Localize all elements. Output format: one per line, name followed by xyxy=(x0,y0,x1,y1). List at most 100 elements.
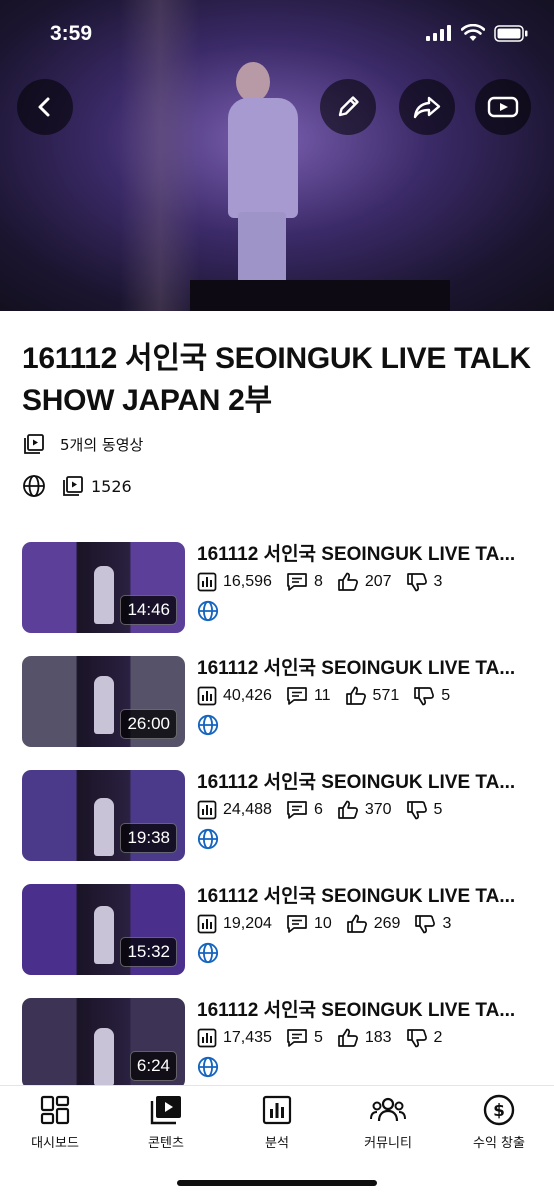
video-list: 14:46 161112 서인국 SEOINGUK LIVE TA... 16,… xyxy=(0,542,554,1112)
back-button[interactable] xyxy=(17,79,73,135)
comment-icon xyxy=(287,915,307,933)
dashboard-icon xyxy=(37,1092,73,1128)
video-dislikes: 5 xyxy=(441,687,451,704)
thumbs-down-icon xyxy=(406,573,427,592)
video-comments: 8 xyxy=(313,573,323,590)
playlist-videos-icon xyxy=(22,432,46,456)
playlist-views-text: 1526 xyxy=(91,476,132,496)
video-count-row: 5개의 동영상 xyxy=(22,432,143,456)
video-title[interactable]: 161112 서인국 SEOINGUK LIVE TA... xyxy=(197,656,537,682)
nav-label: 대시보드 xyxy=(31,1136,79,1151)
wifi-icon xyxy=(461,24,485,41)
nav-monetization[interactable]: $ 수익 창출 xyxy=(444,1092,554,1151)
playlist-play-icon xyxy=(61,474,85,498)
video-item[interactable]: 15:32 161112 서인국 SEOINGUK LIVE TA... 19,… xyxy=(0,884,554,998)
video-stats: 40,426 11 571 5 xyxy=(197,686,464,706)
globe-icon xyxy=(22,474,46,498)
nav-dashboard[interactable]: 대시보드 xyxy=(0,1092,110,1151)
video-dislikes: 3 xyxy=(433,573,443,590)
thumbs-up-icon xyxy=(345,686,366,705)
thumbs-up-icon xyxy=(337,800,358,819)
comment-icon xyxy=(287,801,307,819)
share-button[interactable] xyxy=(399,79,455,135)
public-globe-icon xyxy=(197,600,219,622)
video-thumbnail[interactable]: 26:00 xyxy=(22,656,185,747)
nav-analytics[interactable]: 분석 xyxy=(222,1092,332,1151)
comment-icon xyxy=(287,1029,307,1047)
views-chart-icon xyxy=(197,800,217,820)
nav-community[interactable]: 커뮤니티 xyxy=(333,1092,443,1151)
video-likes: 207 xyxy=(364,573,392,590)
youtube-button[interactable] xyxy=(475,79,531,135)
comment-icon xyxy=(287,687,307,705)
nav-content[interactable]: 콘텐츠 xyxy=(111,1092,221,1151)
public-globe-icon xyxy=(197,714,219,736)
thumbs-up-icon xyxy=(346,914,367,933)
video-duration: 6:24 xyxy=(129,1051,177,1081)
pencil-icon xyxy=(338,96,359,117)
views-chart-icon xyxy=(197,914,217,934)
views-chart-icon xyxy=(197,572,217,592)
views-chart-icon xyxy=(197,1028,217,1048)
hero-stage xyxy=(190,280,450,311)
video-stats: 16,596 8 207 3 xyxy=(197,572,456,592)
video-likes: 370 xyxy=(364,801,392,818)
nav-label: 커뮤니티 xyxy=(364,1136,412,1151)
content-icon xyxy=(148,1092,184,1128)
thumbs-down-icon xyxy=(414,687,435,706)
video-title[interactable]: 161112 서인국 SEOINGUK LIVE TA... xyxy=(197,998,537,1024)
video-item[interactable]: 26:00 161112 서인국 SEOINGUK LIVE TA... 40,… xyxy=(0,656,554,770)
playlist-title: 161112 서인국 SEOINGUK LIVE TALK SHOW JAPAN… xyxy=(22,342,531,417)
video-item[interactable]: 19:38 161112 서인국 SEOINGUK LIVE TA... 24,… xyxy=(0,770,554,884)
playlist-hero-image: 3:59 xyxy=(0,0,554,311)
video-likes: 269 xyxy=(373,915,401,932)
public-globe-icon xyxy=(197,828,219,850)
video-thumbnail[interactable]: 15:32 xyxy=(22,884,185,975)
video-thumbnail[interactable]: 14:46 xyxy=(22,542,185,633)
video-thumbnail[interactable]: 19:38 xyxy=(22,770,185,861)
video-views: 40,426 xyxy=(223,687,272,704)
views-chart-icon xyxy=(197,686,217,706)
community-icon xyxy=(370,1092,406,1128)
video-dislikes: 2 xyxy=(433,1029,443,1046)
hero-performer xyxy=(228,62,298,292)
video-likes: 571 xyxy=(372,687,400,704)
video-title[interactable]: 161112 서인국 SEOINGUK LIVE TA... xyxy=(197,770,537,796)
thumbs-down-icon xyxy=(406,801,427,820)
visibility-views-row: 1526 xyxy=(22,474,132,498)
thumbs-up-icon xyxy=(337,572,358,591)
video-views: 17,435 xyxy=(223,1029,272,1046)
thumbs-down-icon xyxy=(415,915,436,934)
battery-icon xyxy=(494,24,528,42)
video-likes: 183 xyxy=(364,1029,392,1046)
video-comments: 10 xyxy=(313,915,332,932)
chevron-left-icon xyxy=(38,97,50,117)
home-indicator xyxy=(177,1180,377,1186)
video-views: 19,204 xyxy=(223,915,272,932)
video-duration: 14:46 xyxy=(120,595,177,625)
video-count-text: 5개의 동영상 xyxy=(60,435,144,454)
video-stats: 19,204 10 269 3 xyxy=(197,914,465,934)
video-title[interactable]: 161112 서인국 SEOINGUK LIVE TA... xyxy=(197,542,537,568)
video-thumbnail[interactable]: 6:24 xyxy=(22,998,185,1089)
cellular-signal-icon xyxy=(426,25,451,41)
nav-label: 분석 xyxy=(265,1136,289,1151)
share-icon xyxy=(413,96,441,119)
public-globe-icon xyxy=(197,1056,219,1078)
video-dislikes: 3 xyxy=(442,915,452,932)
thumbs-up-icon xyxy=(337,1028,358,1047)
nav-label: 콘텐츠 xyxy=(148,1136,184,1151)
video-views: 16,596 xyxy=(223,573,272,590)
status-icons xyxy=(426,24,528,42)
thumbs-down-icon xyxy=(406,1029,427,1048)
video-comments: 5 xyxy=(313,1029,323,1046)
youtube-play-icon xyxy=(487,96,519,118)
status-bar: 3:59 xyxy=(0,0,554,60)
video-duration: 19:38 xyxy=(120,823,177,853)
video-title[interactable]: 161112 서인국 SEOINGUK LIVE TA... xyxy=(197,884,537,910)
video-views: 24,488 xyxy=(223,801,272,818)
video-item[interactable]: 14:46 161112 서인국 SEOINGUK LIVE TA... 16,… xyxy=(0,542,554,656)
svg-text:$: $ xyxy=(493,1101,505,1121)
video-dislikes: 5 xyxy=(433,801,443,818)
edit-button[interactable] xyxy=(320,79,376,135)
